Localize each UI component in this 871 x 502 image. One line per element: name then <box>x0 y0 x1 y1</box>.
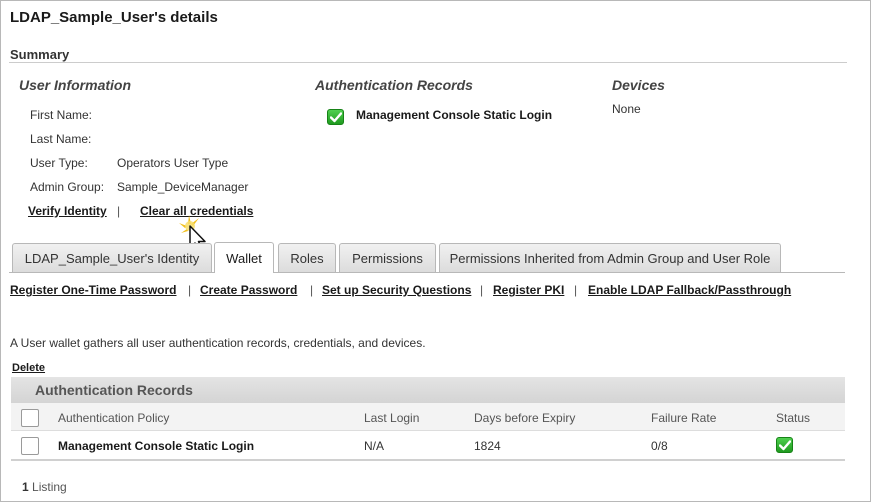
tab-wallet[interactable]: Wallet <box>214 242 274 273</box>
create-password-link[interactable]: Create Password <box>200 283 297 297</box>
page-title: LDAP_Sample_User's details <box>10 9 218 26</box>
register-pki-link[interactable]: Register PKI <box>493 283 564 297</box>
page-frame: LDAP_Sample_User's details Summary User … <box>0 0 871 502</box>
summary-title: Summary <box>10 47 70 62</box>
row-checkbox[interactable] <box>21 437 39 455</box>
delete-button[interactable]: Delete <box>12 362 45 374</box>
column-authentication-policy[interactable]: Authentication Policy <box>58 411 169 425</box>
action-separator: | <box>480 283 484 297</box>
grid-title: Authentication Records <box>35 382 193 398</box>
ldap-fallback-link[interactable]: Enable LDAP Fallback/Passthrough <box>588 283 791 297</box>
grid-title-bar: Authentication Records <box>11 377 845 403</box>
column-failure-rate[interactable]: Failure Rate <box>651 411 716 425</box>
tab-permissions-inherited[interactable]: Permissions Inherited from Admin Group a… <box>439 243 781 272</box>
user-information-heading: User Information <box>19 77 132 93</box>
action-separator: | <box>188 283 192 297</box>
verify-identity-link[interactable]: Verify Identity <box>28 204 107 218</box>
table-row[interactable]: Management Console Static Login N/A 1824… <box>11 431 845 461</box>
listing-count: 1 Listing <box>22 480 67 494</box>
tab-roles[interactable]: Roles <box>278 243 336 272</box>
column-days-before-expiry[interactable]: Days before Expiry <box>474 411 575 425</box>
action-separator: | <box>574 283 578 297</box>
row-failure-rate: 0/8 <box>651 439 668 453</box>
wallet-description: A User wallet gathers all user authentic… <box>10 336 426 350</box>
tab-user-identity[interactable]: LDAP_Sample_User's Identity <box>12 243 212 272</box>
row-last-login: N/A <box>364 439 385 453</box>
row-days-before-expiry: 1824 <box>474 439 501 453</box>
last-name-label: Last Name: <box>30 132 92 146</box>
green-check-icon <box>327 109 344 125</box>
listing-number: 1 <box>22 480 29 494</box>
summary-divider <box>9 62 847 63</box>
first-name-label: First Name: <box>30 108 93 122</box>
tab-permissions[interactable]: Permissions <box>339 243 436 272</box>
column-last-login[interactable]: Last Login <box>364 411 419 425</box>
register-otp-link[interactable]: Register One-Time Password <box>10 283 177 297</box>
grid-header: Authentication Policy Last Login Days be… <box>11 403 845 431</box>
column-status[interactable]: Status <box>776 411 810 425</box>
auth-record-item: Management Console Static Login <box>356 108 553 122</box>
devices-value: None <box>612 102 641 116</box>
listing-label: Listing <box>32 480 67 494</box>
select-all-checkbox[interactable] <box>21 409 39 427</box>
authentication-records-heading: Authentication Records <box>315 77 473 93</box>
action-separator: | <box>310 283 314 297</box>
admin-group-label: Admin Group: <box>30 180 105 194</box>
security-questions-link[interactable]: Set up Security Questions <box>322 283 471 297</box>
status-ok-icon <box>776 437 793 453</box>
user-type-label: User Type: <box>30 156 88 170</box>
devices-heading: Devices <box>612 77 665 93</box>
tab-bar-divider <box>9 272 845 273</box>
admin-group-value: Sample_DeviceManager <box>117 180 249 194</box>
user-type-value: Operators User Type <box>117 156 229 170</box>
link-separator: | <box>117 204 121 218</box>
row-policy: Management Console Static Login <box>58 439 255 453</box>
